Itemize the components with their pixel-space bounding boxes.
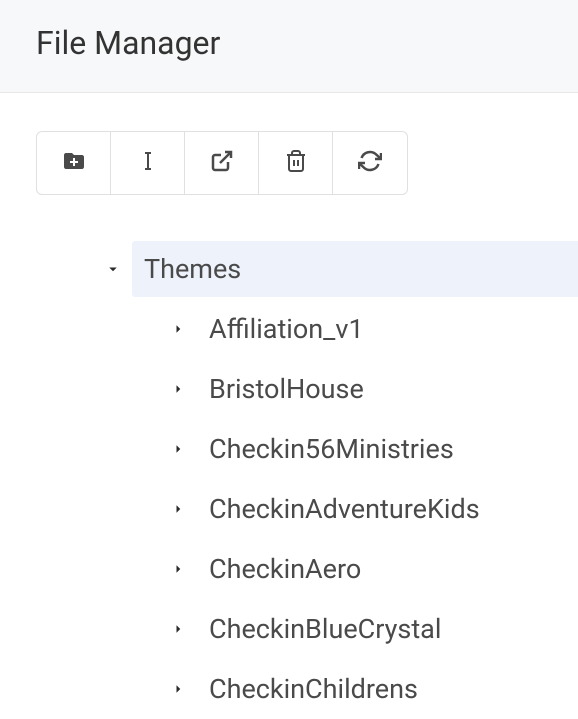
- delete-button[interactable]: [259, 132, 333, 194]
- file-tree: Themes Affiliation_v1 BristolHouse Check…: [0, 239, 578, 719]
- tree-label-wrap: BristolHouse: [197, 361, 578, 417]
- tree-item[interactable]: Affiliation_v1: [0, 299, 578, 359]
- chevron-down-icon[interactable]: [100, 256, 126, 282]
- tree-label: CheckinAdventureKids: [209, 493, 480, 525]
- text-cursor-icon: [136, 149, 160, 177]
- tree-label-wrap: CheckinChildrens: [197, 661, 578, 717]
- tree-label-wrap: CheckinAero: [197, 541, 578, 597]
- refresh-icon: [358, 149, 382, 177]
- tree-item[interactable]: CheckinAero: [0, 539, 578, 599]
- tree-label: Checkin56Ministries: [209, 433, 454, 465]
- tree-item[interactable]: CheckinBlueCrystal: [0, 599, 578, 659]
- chevron-right-icon[interactable]: [165, 676, 191, 702]
- rename-button[interactable]: [111, 132, 185, 194]
- tree-label-wrap: Affiliation_v1: [197, 301, 578, 357]
- tree-label: CheckinAero: [209, 553, 361, 585]
- chevron-right-icon[interactable]: [165, 376, 191, 402]
- tree-item[interactable]: BristolHouse: [0, 359, 578, 419]
- tree-label-wrap: CheckinAdventureKids: [197, 481, 578, 537]
- header: File Manager: [0, 0, 578, 93]
- chevron-right-icon[interactable]: [165, 556, 191, 582]
- chevron-right-icon[interactable]: [165, 616, 191, 642]
- trash-icon: [284, 149, 308, 177]
- tree-item[interactable]: Checkin56Ministries: [0, 419, 578, 479]
- chevron-right-icon[interactable]: [165, 316, 191, 342]
- tree-label: CheckinBlueCrystal: [209, 613, 441, 645]
- chevron-right-icon[interactable]: [165, 436, 191, 462]
- external-link-icon: [210, 149, 234, 177]
- tree-label-wrap: Themes: [132, 241, 578, 297]
- new-folder-button[interactable]: [37, 132, 111, 194]
- chevron-right-icon[interactable]: [165, 496, 191, 522]
- tree-root-themes[interactable]: Themes: [0, 239, 578, 299]
- refresh-button[interactable]: [333, 132, 407, 194]
- page-title: File Manager: [36, 24, 542, 62]
- toolbar: [36, 131, 408, 195]
- tree-label: CheckinChildrens: [209, 673, 418, 705]
- open-external-button[interactable]: [185, 132, 259, 194]
- tree-item[interactable]: CheckinAdventureKids: [0, 479, 578, 539]
- tree-label-wrap: Checkin56Ministries: [197, 421, 578, 477]
- tree-label: Themes: [144, 253, 241, 285]
- tree-item[interactable]: CheckinChildrens: [0, 659, 578, 719]
- tree-label: BristolHouse: [209, 373, 364, 405]
- folder-plus-icon: [62, 149, 86, 177]
- tree-label-wrap: CheckinBlueCrystal: [197, 601, 578, 657]
- tree-label: Affiliation_v1: [209, 313, 364, 345]
